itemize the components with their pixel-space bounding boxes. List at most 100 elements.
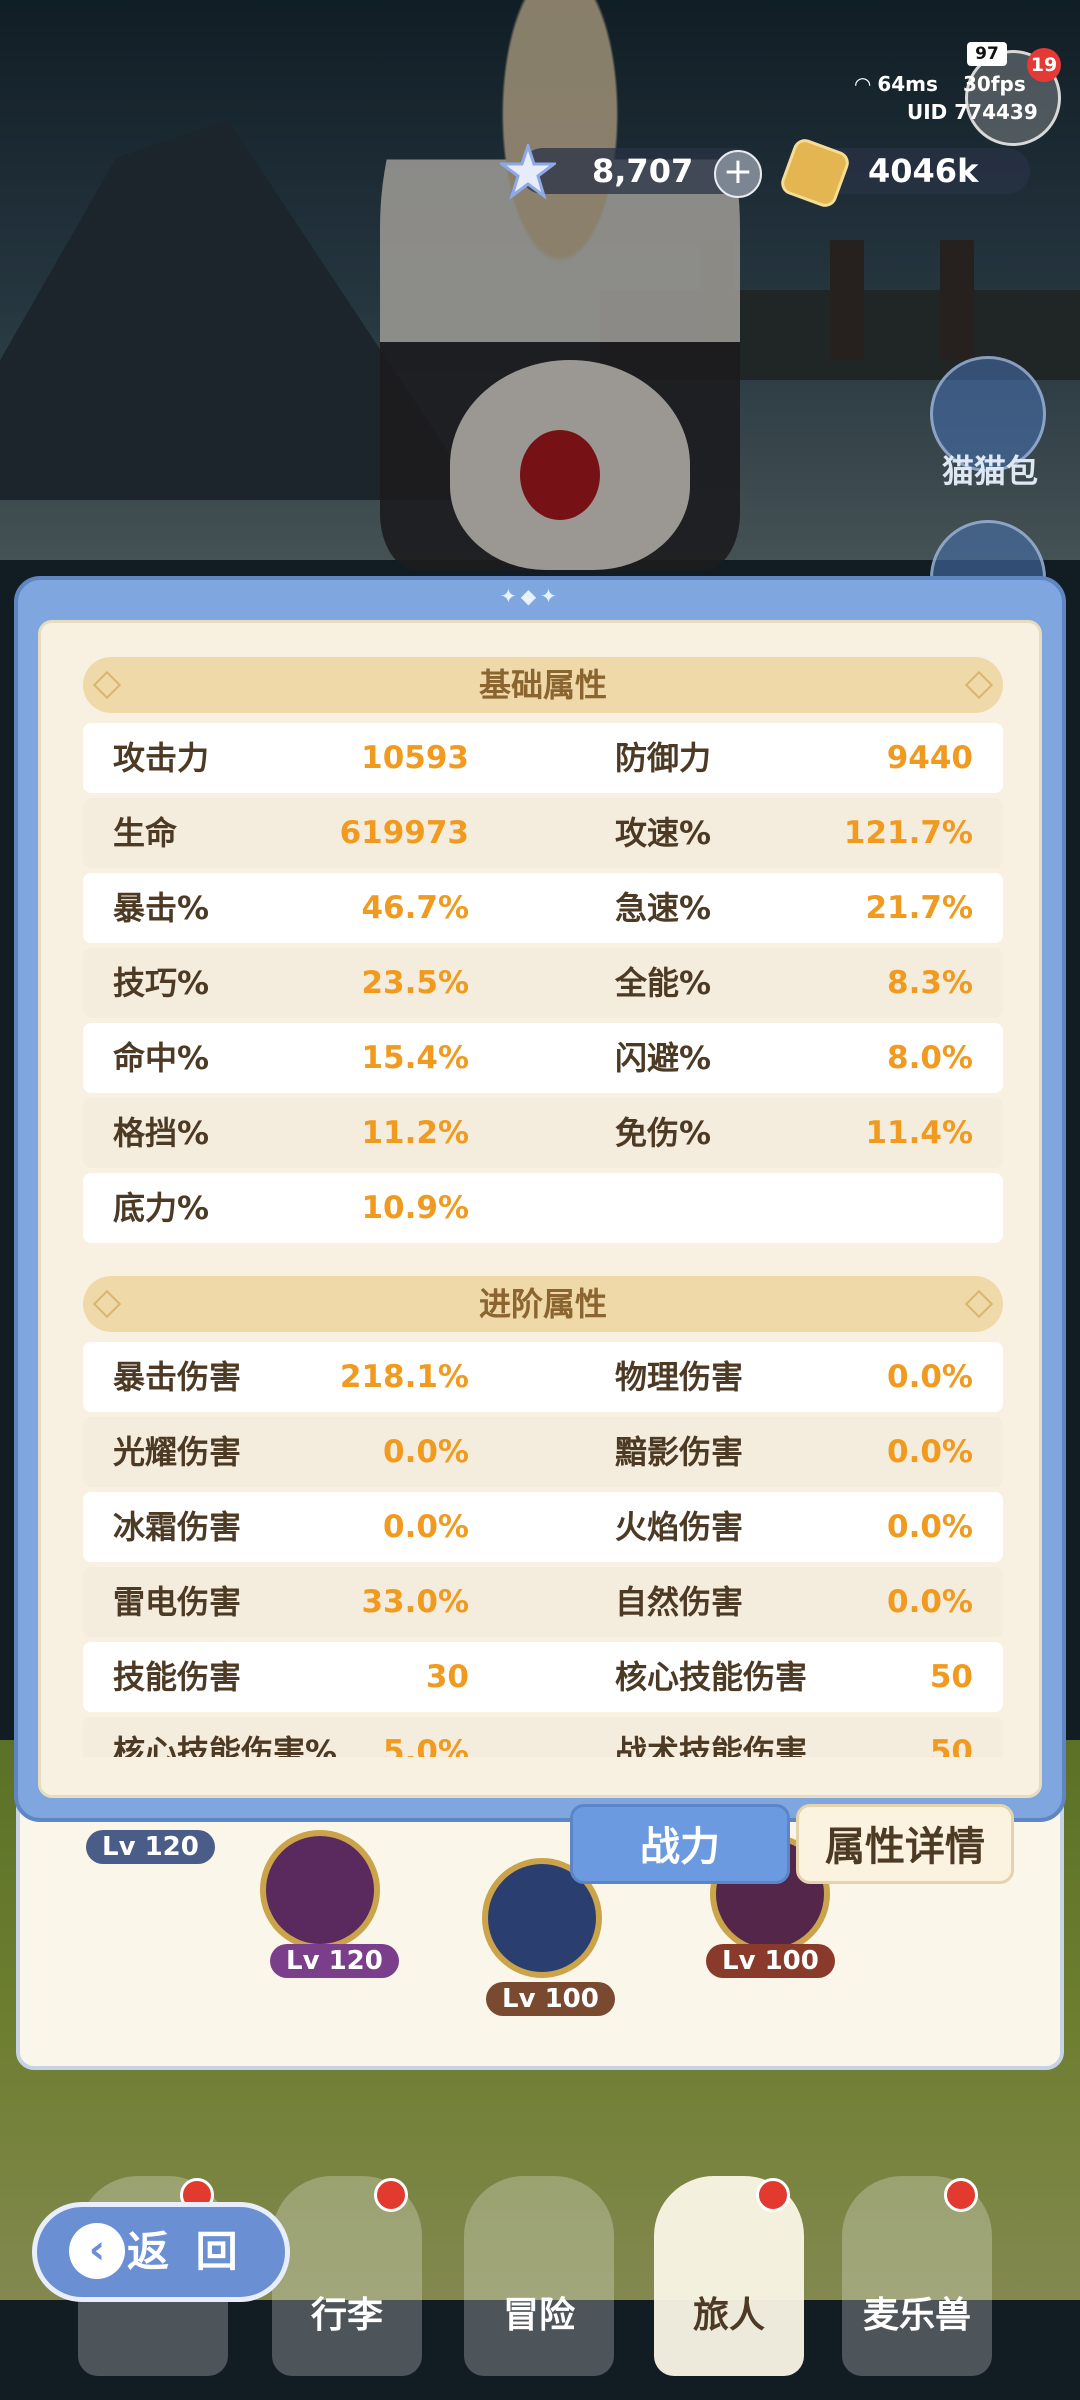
diamond-ornament-icon <box>964 1289 994 1319</box>
nav-traveler[interactable]: 旅人 <box>654 2176 804 2376</box>
attribute-value: 8.3% <box>887 965 973 1001</box>
attribute-label: 攻速% <box>615 814 712 852</box>
attribute-value: 10593 <box>361 740 469 776</box>
ping-value: 64ms <box>877 72 938 96</box>
nav-pet[interactable]: 麦乐兽 <box>842 2176 992 2376</box>
attribute-label: 核心技能伤害% <box>113 1733 338 1757</box>
attribute-value: 21.7% <box>865 890 973 926</box>
tab-attribute-details[interactable]: 属性详情 <box>796 1804 1014 1884</box>
attribute-row: 暴击% 46.7% 急速% 21.7% <box>83 873 1003 943</box>
attribute-row: 技巧% 23.5% 全能% 8.3% <box>83 948 1003 1018</box>
attribute-value: 30 <box>425 1659 469 1695</box>
attribute-row: 冰霜伤害 0.0% 火焰伤害 0.0% <box>83 1492 1003 1562</box>
attribute-value: 0.0% <box>383 1434 469 1470</box>
wifi-ping: ◠ 64ms <box>855 72 938 96</box>
attribute-value: 46.7% <box>361 890 469 926</box>
attribute-label: 黯影伤害 <box>615 1433 744 1471</box>
attribute-value: 0.0% <box>887 1434 973 1470</box>
star-currency-value: 8,707 <box>592 152 694 190</box>
attribute-value: 50 <box>929 1734 973 1757</box>
nav-adventure[interactable]: 冒险 <box>464 2176 614 2376</box>
attribute-row: 生命 619973 攻速% 121.7% <box>83 798 1003 868</box>
attribute-row: 暴击伤害 218.1% 物理伤害 0.0% <box>83 1342 1003 1412</box>
attribute-row: 格挡% 11.2% 免伤% 11.4% <box>83 1098 1003 1168</box>
nav-label: 麦乐兽 <box>862 2295 971 2336</box>
attribute-row: 底力% 10.9% <box>83 1173 1003 1243</box>
attribute-label: 自然伤害 <box>615 1583 744 1621</box>
attribute-value: 8.0% <box>887 1040 973 1076</box>
attribute-panel-content[interactable]: 基础属性 攻击力 10593 防御力 9440 生命 619973 攻速% 12… <box>38 620 1042 1798</box>
red-dot-badge <box>756 2178 790 2212</box>
attribute-label: 格挡% <box>113 1114 210 1152</box>
skill-gem[interactable] <box>260 1830 380 1950</box>
attribute-row: 攻击力 10593 防御力 9440 <box>83 723 1003 793</box>
red-dot-badge <box>374 2178 408 2212</box>
attribute-value: 0.0% <box>887 1584 973 1620</box>
attribute-label: 火焰伤害 <box>615 1508 744 1546</box>
attribute-row: 雷电伤害 33.0% 自然伤害 0.0% <box>83 1567 1003 1637</box>
diamond-ornament-icon <box>964 670 994 700</box>
level-badge: Lv 120 <box>270 1944 399 1978</box>
attribute-label: 免伤% <box>615 1114 712 1152</box>
nav-label: 行李 <box>310 2295 383 2336</box>
attribute-value: 121.7% <box>843 815 973 851</box>
diamond-ornament-icon <box>92 1289 122 1319</box>
attribute-value: 9440 <box>886 740 973 776</box>
attribute-row: 核心技能伤害% 5.0% 战术技能伤害 50 <box>83 1717 1003 1757</box>
level-badge: Lv 100 <box>486 1982 615 2016</box>
attribute-label: 暴击% <box>113 889 210 927</box>
attribute-label: 命中% <box>113 1039 210 1077</box>
level-badge: Lv 120 <box>86 1830 215 1864</box>
attribute-value: 11.2% <box>361 1115 469 1151</box>
gold-currency-value: 4046k <box>868 152 979 190</box>
attribute-scroll-area[interactable]: 基础属性 攻击力 10593 防御力 9440 生命 619973 攻速% 12… <box>83 657 1003 1757</box>
tab-power[interactable]: 战力 <box>570 1804 790 1884</box>
attribute-label: 防御力 <box>615 739 712 777</box>
nav-luggage[interactable]: 行李 <box>272 2176 422 2376</box>
attribute-label: 生命 <box>113 814 178 852</box>
attribute-value: 11.4% <box>865 1115 973 1151</box>
fps-counter: 30fps <box>963 72 1026 96</box>
attribute-label: 雷电伤害 <box>113 1583 242 1621</box>
attribute-label: 全能% <box>615 964 712 1002</box>
advanced-attributes-header: 进阶属性 <box>83 1276 1003 1332</box>
attribute-row: 技能伤害 30 核心技能伤害 50 <box>83 1642 1003 1712</box>
attribute-value: 23.5% <box>361 965 469 1001</box>
attribute-label: 冰霜伤害 <box>113 1508 242 1546</box>
level-badge: Lv 100 <box>706 1944 835 1978</box>
attribute-label: 技巧% <box>113 964 210 1002</box>
section-title: 基础属性 <box>478 666 607 704</box>
nav-label: 旅人 <box>692 2295 765 2336</box>
cat-bag-label: 猫猫包 <box>941 452 1038 490</box>
chevron-left-icon: ‹ <box>69 2223 125 2279</box>
status-hud: 97 19 ◠ 64ms 30fps UID 774439 <box>845 30 1061 146</box>
battery-indicator: 97 <box>967 42 1007 66</box>
back-button[interactable]: ‹ 返 回 <box>32 2202 290 2302</box>
attribute-value: 33.0% <box>361 1584 469 1620</box>
diamond-ornament-icon <box>92 670 122 700</box>
attribute-label: 底力% <box>113 1189 210 1227</box>
attribute-label: 光耀伤害 <box>113 1433 242 1471</box>
add-star-button[interactable]: + <box>714 150 762 198</box>
attribute-label: 技能伤害 <box>113 1658 242 1696</box>
nav-label: 冒险 <box>502 2295 575 2336</box>
attribute-row: 光耀伤害 0.0% 黯影伤害 0.0% <box>83 1417 1003 1487</box>
attribute-label: 物理伤害 <box>615 1358 744 1396</box>
user-id: UID 774439 <box>907 100 1038 124</box>
attribute-value: 50 <box>929 1659 973 1695</box>
basic-attributes-header: 基础属性 <box>83 657 1003 713</box>
attribute-value: 0.0% <box>887 1359 973 1395</box>
attribute-label: 攻击力 <box>113 739 210 777</box>
panel-ornament: ✦◆✦ <box>500 584 561 608</box>
attribute-label: 急速% <box>615 889 712 927</box>
attribute-label: 闪避% <box>615 1039 712 1077</box>
attribute-value: 10.9% <box>361 1190 469 1226</box>
red-dot-badge <box>944 2178 978 2212</box>
attribute-value: 619973 <box>339 815 469 851</box>
attribute-label: 暴击伤害 <box>113 1358 242 1396</box>
attribute-value: 5.0% <box>383 1734 469 1757</box>
star-icon <box>500 144 556 200</box>
attribute-value: 218.1% <box>339 1359 469 1395</box>
attribute-value: 0.0% <box>887 1509 973 1545</box>
attribute-value: 0.0% <box>383 1509 469 1545</box>
